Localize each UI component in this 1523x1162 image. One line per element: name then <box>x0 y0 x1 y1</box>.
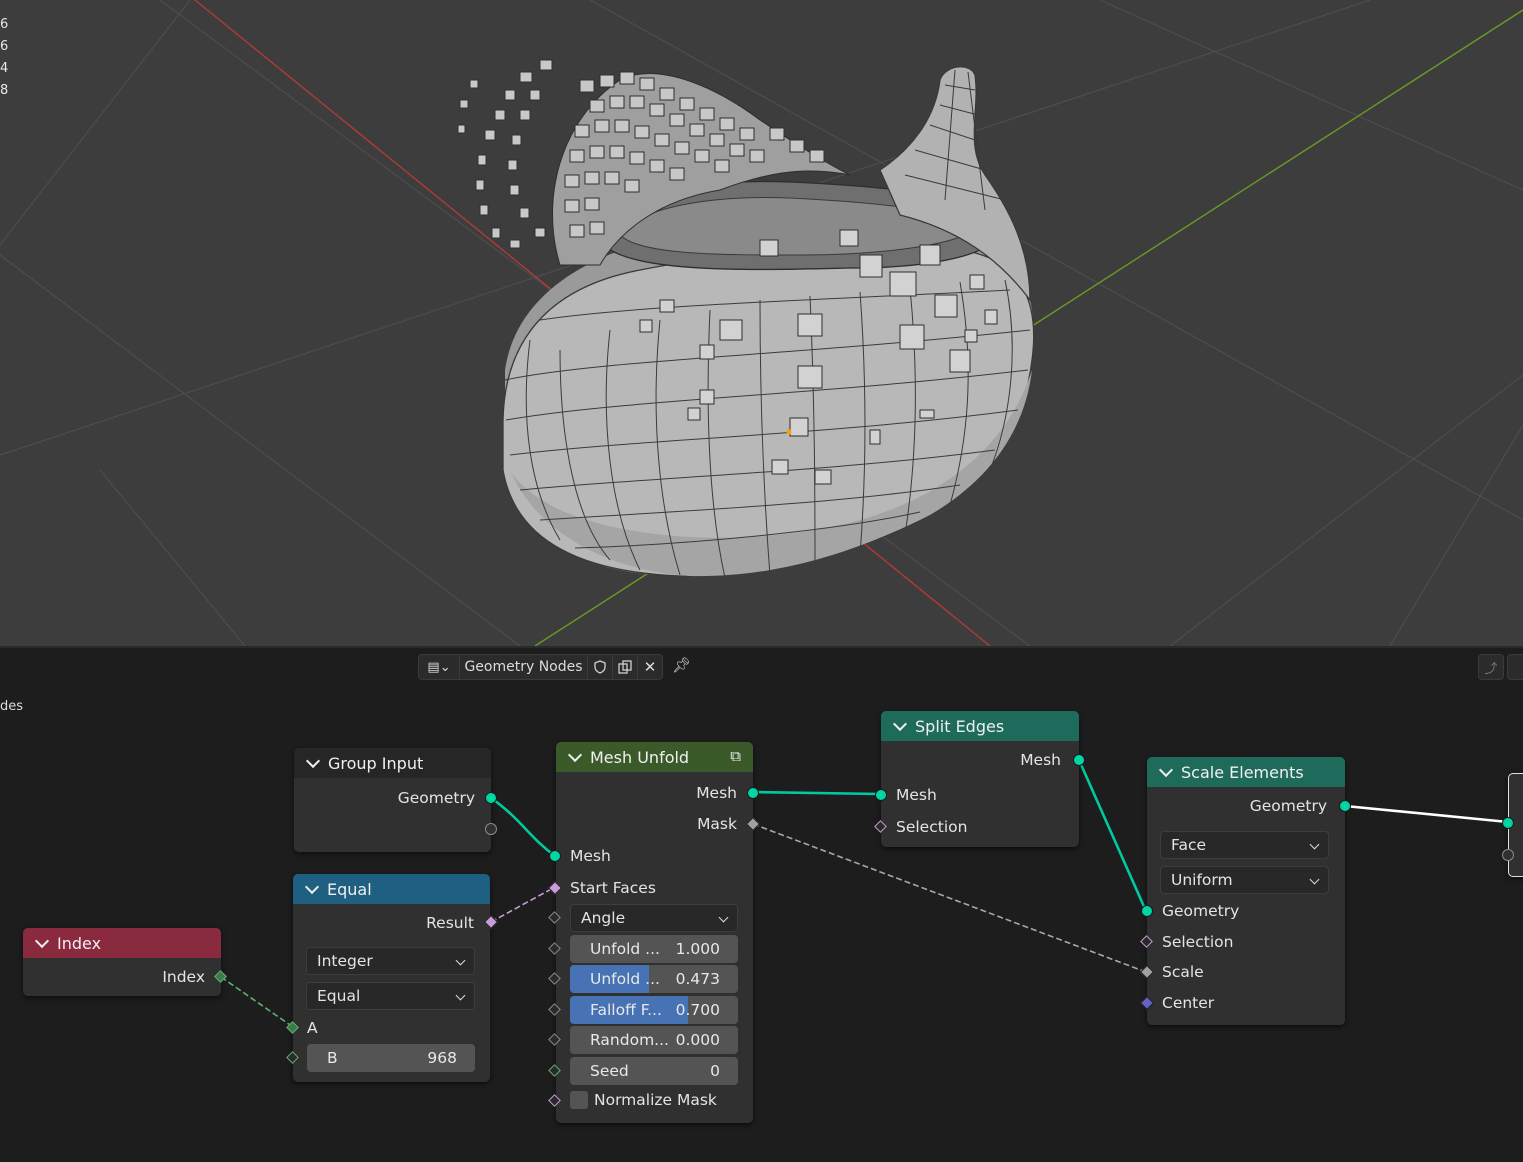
chevron-down-icon <box>1309 874 1320 885</box>
chevron-down-icon[interactable] <box>567 747 583 762</box>
method-dropdown[interactable]: Angle <box>570 904 738 932</box>
socket-label: Selection <box>896 818 968 836</box>
field-label: Random... <box>590 1031 669 1049</box>
node-header[interactable]: Mesh Unfold ⧉ <box>556 742 753 772</box>
socket-label: Geometry <box>397 789 475 807</box>
node-mesh-unfold[interactable]: Mesh Unfold ⧉ Mesh Mask Mesh Start Faces… <box>556 742 753 1123</box>
socket-label: Mesh <box>570 847 611 865</box>
chevron-down-icon[interactable] <box>1158 762 1174 777</box>
value-field[interactable]: Unfold ... 0.473 <box>570 965 738 993</box>
socket-mesh-out[interactable] <box>1073 754 1085 766</box>
link-unfold-to-split <box>752 790 881 796</box>
operation-dropdown[interactable]: Equal <box>306 982 475 1010</box>
node-editor[interactable]: ▤⌄ Geometry Nodes ✕ 📌︎ ⤴ des Index Index… <box>0 648 1523 1162</box>
value-field[interactable]: Falloff F... 0.700 <box>570 996 738 1024</box>
socket-label: Index <box>162 968 205 986</box>
socket-geometry-out[interactable] <box>1339 800 1351 812</box>
socket-geometry-in[interactable] <box>1502 817 1514 829</box>
field-label: Unfold ... <box>590 970 660 988</box>
object-origin <box>786 429 792 435</box>
chevron-down-icon <box>1309 839 1320 850</box>
field-label: Seed <box>590 1062 629 1080</box>
viewport-stat: 4 <box>0 61 9 76</box>
normalize-mask-checkbox[interactable] <box>570 1091 588 1109</box>
node-equal[interactable]: Equal Result Integer Equal A B 968 <box>293 874 490 1082</box>
b-value-field[interactable]: B 968 <box>307 1044 475 1072</box>
viewport-stat: 6 <box>0 39 9 54</box>
socket-empty-out[interactable] <box>485 823 497 835</box>
link-group-input-to-unfold <box>490 796 556 858</box>
node-header[interactable]: Equal <box>293 874 490 904</box>
data-type-dropdown[interactable]: Integer <box>306 947 475 975</box>
field-value: 0.700 <box>675 1001 720 1019</box>
normalize-mask-label: Normalize Mask <box>594 1091 717 1109</box>
viewport-stat: 8 <box>0 83 9 98</box>
socket-label: Mesh <box>696 784 737 802</box>
socket-geometry-out[interactable] <box>485 792 497 804</box>
node-header[interactable]: Split Edges <box>881 711 1079 741</box>
chevron-down-icon[interactable] <box>305 753 321 768</box>
node-index[interactable]: Index Index <box>23 928 221 996</box>
link-equal-to-unfold <box>490 886 556 923</box>
viewport-scene <box>0 0 1523 646</box>
field-label: Falloff F... <box>590 1001 662 1019</box>
node-header[interactable]: Scale Elements <box>1147 757 1345 787</box>
socket-label: Geometry <box>1162 902 1240 920</box>
node-split-edges[interactable]: Split Edges Mesh Mesh Selection <box>881 711 1079 847</box>
viewport-stat: 6 <box>0 17 9 32</box>
3d-viewport[interactable]: 6 6 4 8 <box>0 0 1523 646</box>
socket-label: A <box>307 1019 318 1037</box>
node-scale-elements[interactable]: Scale Elements Geometry Face Uniform Geo… <box>1147 757 1345 1025</box>
chevron-down-icon <box>455 990 466 1001</box>
node-header[interactable]: Index <box>23 928 221 958</box>
socket-label: Selection <box>1162 933 1234 951</box>
link-split-to-scale <box>1077 759 1148 912</box>
chevron-down-icon <box>455 955 466 966</box>
socket-mesh-in[interactable] <box>549 850 561 862</box>
field-value: 0.473 <box>675 970 720 988</box>
socket-label: Mesh <box>896 786 937 804</box>
node-group-input[interactable]: Group Input Geometry <box>294 748 491 852</box>
chevron-down-icon[interactable] <box>34 933 50 948</box>
socket-label: Result <box>426 914 474 932</box>
field-value: 0.000 <box>675 1031 720 1049</box>
socket-label: Mesh <box>1020 751 1061 769</box>
field-label: Unfold ... <box>590 940 660 958</box>
socket-label: Mask <box>697 815 737 833</box>
field-value: 1.000 <box>675 940 720 958</box>
value-field[interactable]: Unfold ... 1.000 <box>570 935 738 963</box>
socket-empty-in[interactable] <box>1502 849 1514 861</box>
socket-label: Start Faces <box>570 879 656 897</box>
node-header[interactable]: Group Input <box>294 748 491 778</box>
chevron-down-icon[interactable] <box>304 879 320 894</box>
link-scale-to-output <box>1344 804 1509 824</box>
socket-mesh-out[interactable] <box>747 787 759 799</box>
link-index-to-equal <box>220 976 294 1028</box>
chevron-down-icon[interactable] <box>892 716 908 731</box>
value-field[interactable]: Seed 0 <box>570 1057 738 1085</box>
socket-mesh-in[interactable] <box>875 789 887 801</box>
scale-mode-dropdown[interactable]: Uniform <box>1160 866 1329 894</box>
socket-geometry-in[interactable] <box>1141 905 1153 917</box>
value-field[interactable]: Random... 0.000 <box>570 1026 738 1054</box>
chevron-down-icon <box>718 912 729 923</box>
socket-label: Center <box>1162 994 1215 1012</box>
node-group-icon[interactable]: ⧉ <box>730 747 741 765</box>
socket-label: Scale <box>1162 963 1204 981</box>
domain-dropdown[interactable]: Face <box>1160 831 1329 859</box>
field-value: 0 <box>710 1062 720 1080</box>
socket-label: Geometry <box>1249 797 1327 815</box>
